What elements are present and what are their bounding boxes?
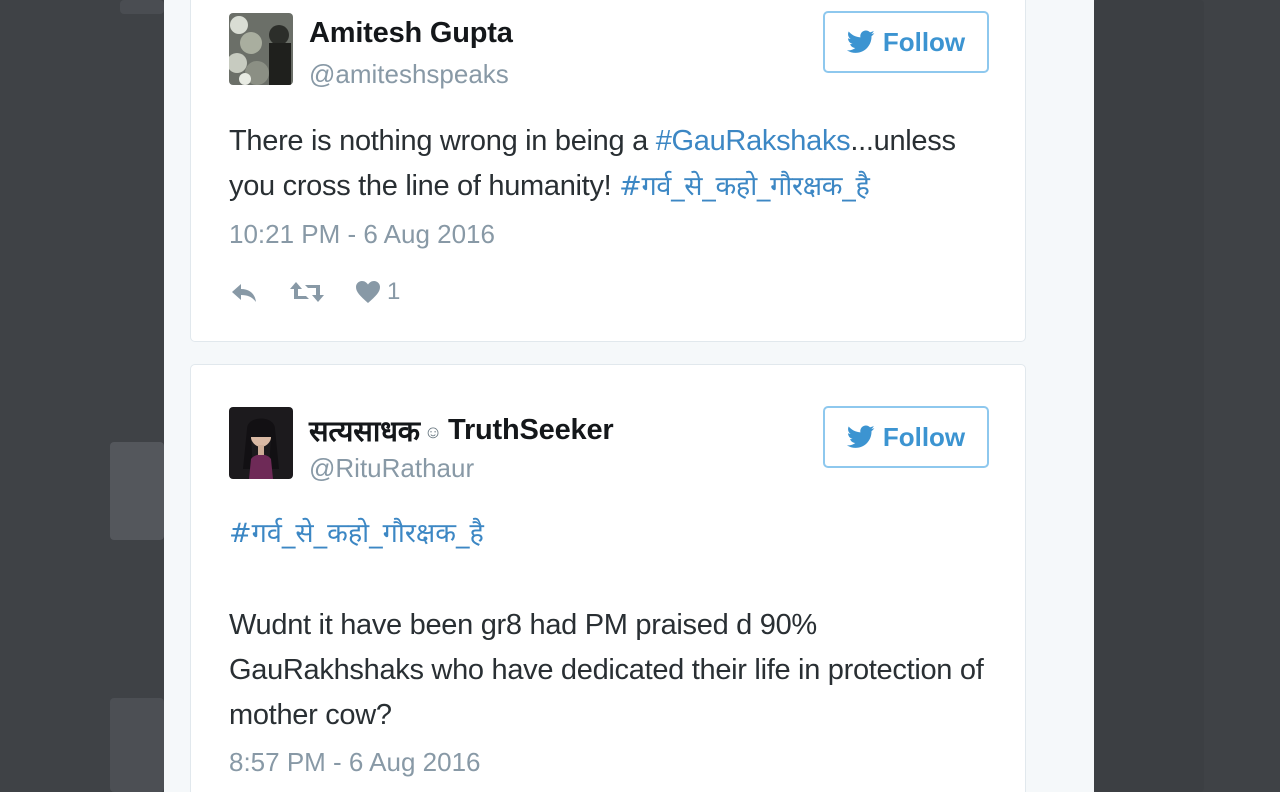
user-handle[interactable]: @amiteshspeaks	[309, 59, 509, 90]
reply-button[interactable]	[229, 280, 259, 304]
tweet-embed-container: Amitesh Gupta @amiteshspeaks Follow Ther…	[164, 0, 1094, 792]
retweet-button[interactable]	[289, 279, 325, 305]
avatar[interactable]	[229, 407, 293, 479]
background-fragment	[120, 0, 164, 14]
heart-icon	[356, 281, 380, 303]
reply-icon	[232, 284, 256, 302]
tweet-text-segment: There is nothing wrong in being a	[229, 125, 656, 157]
tweet-card: सत्यसाधक ☺ TruthSeeker @RituRathaur Follow…	[190, 364, 1026, 792]
tweet-text: Wudnt it have been gr8 had PM praised d …	[229, 609, 984, 731]
like-button[interactable]: 1	[355, 278, 400, 306]
hashtag-link[interactable]: #गर्व_से_कहो_गौरक्षक_है	[619, 171, 870, 202]
follow-label: Follow	[882, 26, 966, 57]
retweet-icon	[290, 282, 324, 302]
user-handle[interactable]: @RituRathaur	[309, 453, 474, 484]
tweet-card: Amitesh Gupta @amiteshspeaks Follow Ther…	[190, 0, 1026, 342]
tweet-timestamp[interactable]: 10:21 PM - 6 Aug 2016	[229, 219, 495, 250]
tweet-actions: 1	[229, 277, 430, 307]
hashtag-link[interactable]: #GauRakshaks	[656, 125, 851, 157]
display-name-text: TruthSeeker	[448, 414, 614, 446]
twitter-bird-icon	[846, 425, 875, 448]
like-count: 1	[387, 278, 401, 305]
display-name[interactable]: Amitesh Gupta	[309, 17, 513, 50]
follow-button[interactable]: Follow	[823, 406, 989, 468]
background-column	[1094, 0, 1204, 792]
hashtag-link[interactable]: #गर्व_से_कहो_गौरक्षक_है	[229, 518, 484, 549]
tweet-hashtag-line: #गर्व_से_कहो_गौरक्षक_है	[229, 511, 484, 556]
tweet-timestamp[interactable]: 8:57 PM - 6 Aug 2016	[229, 747, 481, 778]
avatar[interactable]	[229, 13, 293, 85]
smiley-icon: ☺	[423, 422, 443, 442]
display-name[interactable]: सत्यसाधक ☺ TruthSeeker	[309, 411, 614, 450]
follow-button[interactable]: Follow	[823, 11, 989, 73]
tweet-text: There is nothing wrong in being a #GauRa…	[229, 119, 999, 209]
follow-label: Follow	[882, 421, 966, 452]
display-name-hindi: सत्यसाधक	[309, 414, 420, 448]
display-name-text: Amitesh Gupta	[309, 17, 513, 49]
twitter-bird-icon	[846, 30, 875, 53]
background-avatar-thumbnail	[110, 442, 164, 540]
background-avatar-thumbnail	[110, 698, 164, 792]
